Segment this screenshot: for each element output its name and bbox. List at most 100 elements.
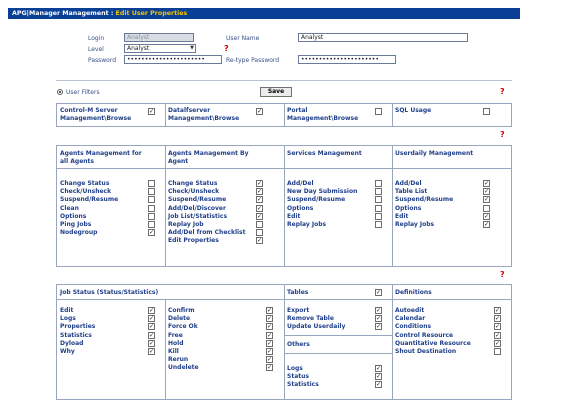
shout-destination-checkbox[interactable] (494, 348, 501, 355)
suspend-resume-checkbox[interactable]: ✓ (256, 196, 263, 204)
table-list-checkbox[interactable]: ✓ (483, 188, 490, 196)
job-list-statistics-checkbox[interactable]: ✓ (256, 212, 263, 220)
user-name-field[interactable]: Analyst (298, 33, 468, 42)
option-options: Options (395, 204, 422, 212)
update-userdaily-checkbox[interactable]: ✓ (375, 323, 382, 331)
suspend-resume-checkbox[interactable]: ✓ (483, 196, 490, 204)
option-options: Options (287, 204, 314, 212)
check-unsheck-checkbox[interactable] (148, 188, 155, 196)
add-del-from-checklist-checkbox[interactable] (256, 229, 263, 237)
option-hold: Hold (168, 339, 184, 347)
option-suspend-resume: Suspend/Resume (60, 196, 119, 204)
option-logs: Logs (60, 315, 76, 323)
option-update-userdaily: Update Userdaily (287, 323, 346, 331)
new-day-submission-checkbox[interactable] (375, 188, 382, 196)
login-field[interactable]: Analyst (124, 33, 194, 42)
conditions-checkbox[interactable]: ✓ (494, 323, 501, 331)
properties-checkbox[interactable]: ✓ (148, 323, 155, 331)
free-checkbox[interactable]: ✓ (266, 331, 273, 339)
option-calendar: Calendar (395, 315, 426, 323)
edit-checkbox[interactable]: ✓ (148, 307, 155, 314)
option-options: Options (60, 212, 87, 220)
suspend-resume-checkbox[interactable] (375, 196, 382, 204)
column-header-agents-management-by-agent: Agents Management By Agent (168, 150, 249, 165)
retype-password-field[interactable]: •••••••••••••••••••••• (298, 55, 396, 64)
statistics-checkbox[interactable]: ✓ (375, 381, 382, 389)
option-undelete: Undelete (168, 364, 199, 372)
hold-checkbox[interactable]: ✓ (266, 339, 273, 347)
calendar-checkbox[interactable]: ✓ (494, 315, 501, 323)
column-divider (392, 285, 393, 399)
user-filters-radio[interactable] (57, 89, 63, 95)
autoedit-checkbox[interactable]: ✓ (494, 307, 501, 314)
export-checkbox[interactable]: ✓ (375, 307, 382, 314)
kill-checkbox[interactable]: ✓ (266, 348, 273, 355)
option-quantitative-resource: Quantitative Resource (395, 339, 471, 347)
tables-checkbox[interactable]: ✓ (375, 289, 382, 296)
row-divider (57, 168, 511, 169)
tables-header: Tables (287, 289, 309, 296)
why-checkbox[interactable]: ✓ (148, 348, 155, 355)
quantitative-resource-checkbox[interactable]: ✓ (494, 339, 501, 347)
edit-checkbox[interactable] (375, 212, 382, 220)
row-divider (284, 335, 392, 336)
replay-job-checkbox[interactable] (256, 221, 263, 228)
column-divider (392, 146, 393, 266)
option-replay-jobs: Replay Jobs (287, 221, 327, 228)
option-logs: Logs (287, 365, 303, 372)
option-portal-management-browse: Portal Management\Browse (287, 107, 359, 122)
password-field[interactable]: •••••••••••••••••••••• (124, 55, 222, 64)
ping-jobs-checkbox[interactable] (148, 221, 155, 228)
logs-checkbox[interactable]: ✓ (375, 365, 382, 372)
edit-properties-checkbox[interactable]: ✓ (256, 237, 263, 245)
level-select[interactable]: Analyst ▼ (124, 44, 196, 53)
options-checkbox[interactable] (148, 212, 155, 220)
delete-checkbox[interactable]: ✓ (266, 315, 273, 323)
options-checkbox[interactable] (483, 204, 490, 212)
remove-table-checkbox[interactable]: ✓ (375, 315, 382, 323)
logs-checkbox[interactable]: ✓ (148, 315, 155, 323)
options-checkbox[interactable] (375, 204, 382, 212)
option-control-resource: Control Resource (395, 331, 454, 339)
control-resource-checkbox[interactable]: ✓ (494, 331, 501, 339)
replay-jobs-checkbox[interactable]: ✓ (483, 221, 490, 228)
edit-checkbox[interactable]: ✓ (483, 212, 490, 220)
add-del-checkbox[interactable]: ✓ (483, 180, 490, 187)
confirm-checkbox[interactable]: ✓ (266, 307, 273, 314)
replay-jobs-checkbox[interactable] (375, 221, 382, 228)
statistics-checkbox[interactable]: ✓ (148, 331, 155, 339)
force-ok-checkbox[interactable]: ✓ (266, 323, 273, 331)
save-button[interactable]: Save (260, 87, 292, 97)
control-m-server-management-browse-checkbox[interactable]: ✓ (148, 108, 155, 115)
sql-usage-checkbox[interactable] (483, 108, 490, 115)
dyload-checkbox[interactable]: ✓ (148, 339, 155, 347)
option-add-del-discover: Add/Del/Discover (168, 204, 226, 212)
add-del-discover-checkbox[interactable]: ✓ (256, 204, 263, 212)
change-status-checkbox[interactable]: ✓ (256, 180, 263, 187)
job-status-header: Job Status (Status/Statistics) (60, 289, 159, 296)
column-divider (165, 299, 166, 399)
management-section: Control-M Server Management\Browse ✓ Datal… (56, 103, 512, 127)
status-checkbox[interactable]: ✓ (375, 373, 382, 381)
clean-checkbox[interactable] (148, 204, 155, 212)
portal-management-browse-checkbox[interactable] (375, 108, 382, 115)
rerun-checkbox[interactable]: ✓ (266, 356, 273, 364)
required-icon: ? (500, 130, 505, 139)
datalfserver-management-browse-checkbox[interactable]: ✓ (256, 108, 263, 115)
option-edit: Edit (287, 212, 301, 220)
option-check-unsheck: Check/Unsheck (60, 188, 112, 196)
option-replay-jobs: Replay Jobs (395, 221, 435, 228)
undelete-checkbox[interactable]: ✓ (266, 364, 273, 372)
suspend-resume-checkbox[interactable] (148, 196, 155, 204)
column-divider (392, 104, 393, 126)
add-del-checkbox[interactable] (375, 180, 382, 187)
nodegroup-checkbox[interactable]: ✓ (148, 229, 155, 237)
column-header-services-management: Services Management (287, 150, 362, 157)
level-label: Level (88, 46, 104, 53)
option-kill: Kill (168, 348, 179, 355)
option-suspend-resume: Suspend/Resume (287, 196, 346, 204)
check-unsheck-checkbox[interactable]: ✓ (256, 188, 263, 196)
change-status-checkbox[interactable] (148, 180, 155, 187)
option-rerun: Rerun (168, 356, 189, 364)
option-confirm: Confirm (168, 307, 195, 314)
